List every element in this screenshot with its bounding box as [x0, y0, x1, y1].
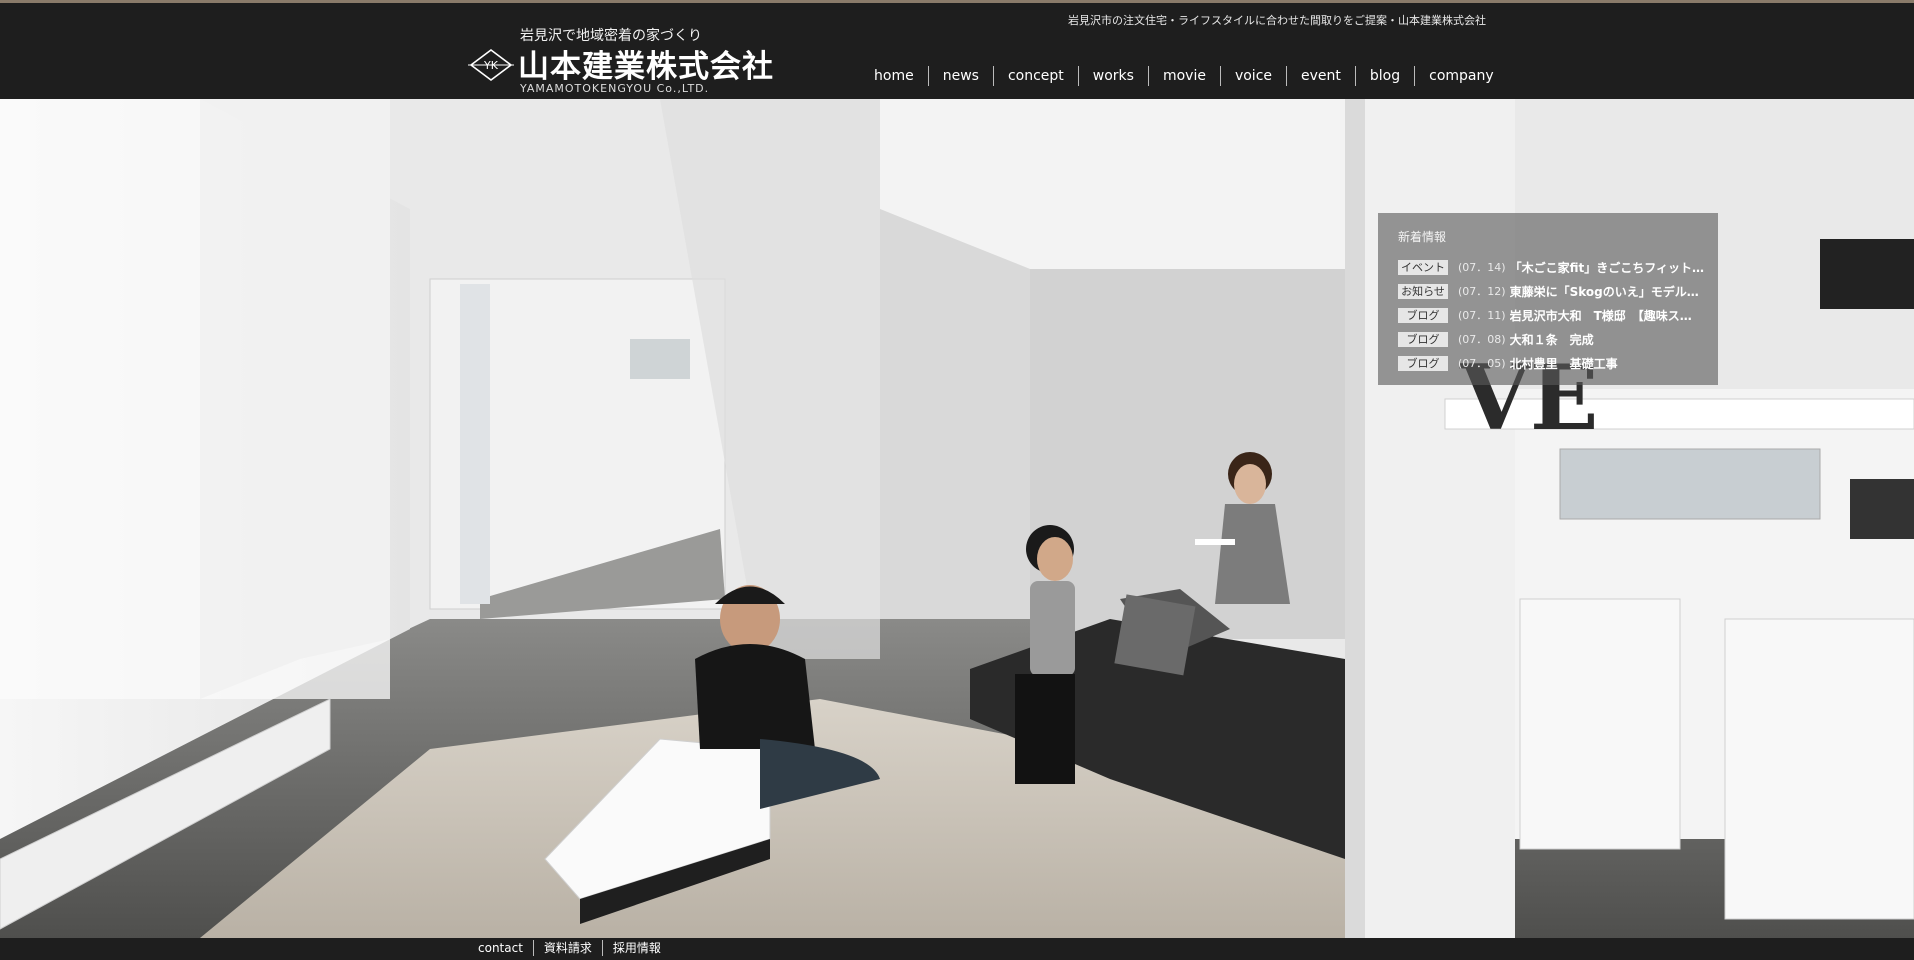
nav-news[interactable]: news [927, 66, 993, 86]
news-date: (07．08) [1458, 333, 1506, 346]
news-item[interactable]: お知らせ (07．12) 東藤栄に「Skogのいえ」モデル… [1398, 279, 1713, 303]
news-title: 岩見沢市大和 T様邸 【趣味ス… [1509, 308, 1692, 323]
news-date: (07．05) [1458, 357, 1506, 370]
footer-link-brochure[interactable]: 資料請求 [532, 940, 602, 956]
site-logo[interactable]: YK 岩見沢で地域密着の家づくり 山本建業株式会社 YAMAMOTOKENGYO… [468, 23, 773, 99]
news-badge: ブログ [1398, 355, 1448, 371]
nav-movie[interactable]: movie [1147, 66, 1220, 86]
nav-home[interactable]: home [870, 66, 928, 86]
logo-mark-text: YK [483, 59, 499, 72]
footer-link-recruit[interactable]: 採用情報 [601, 940, 671, 956]
news-item[interactable]: イベント (07．14) 「木ごこ家fit」きごこちフィット… [1398, 255, 1713, 279]
nav-event[interactable]: event [1286, 66, 1355, 86]
news-title: 北村豊里 基礎工事 [1509, 356, 1618, 371]
site-footer: contact 資料請求 採用情報 [0, 938, 1914, 960]
news-item[interactable]: ブログ (07．08) 大和１条 完成 [1398, 327, 1713, 351]
news-badge: ブログ [1398, 307, 1448, 323]
news-badge: イベント [1398, 259, 1448, 275]
news-title: 「木ごこ家fit」きごこちフィット… [1509, 260, 1704, 275]
news-title: 東藤栄に「Skogのいえ」モデル… [1509, 284, 1699, 299]
news-title: 大和１条 完成 [1509, 332, 1594, 347]
news-item[interactable]: ブログ (07．11) 岩見沢市大和 T様邸 【趣味ス… [1398, 303, 1713, 327]
nav-works[interactable]: works [1077, 66, 1148, 86]
news-panel: 新着情報 イベント (07．14) 「木ごこ家fit」きごこちフィット… お知ら… [1378, 213, 1718, 385]
nav-blog[interactable]: blog [1354, 66, 1414, 86]
news-date: (07．12) [1458, 285, 1506, 298]
news-date: (07．11) [1458, 309, 1506, 322]
news-badge: ブログ [1398, 331, 1448, 347]
footer-nav: contact 資料請求 採用情報 [474, 940, 671, 956]
news-date: (07．14) [1458, 261, 1506, 274]
logo-company-name: 山本建業株式会社 [518, 49, 774, 85]
hero-image: VE 新着情報 イベント (07．14) 「木ごこ家fit」きごこちフィット… … [0, 99, 1914, 938]
news-badge: お知らせ [1398, 283, 1448, 299]
yk-logo-icon: YK [468, 49, 514, 81]
nav-concept[interactable]: concept [992, 66, 1078, 86]
global-nav: home news concept works movie voice even… [870, 66, 1508, 86]
site-header: 岩見沢市の注文住宅・ライフスタイルに合わせた間取りをご提案・山本建業株式会社 Y… [0, 3, 1914, 99]
nav-company[interactable]: company [1414, 66, 1508, 86]
news-heading: 新着情報 [1398, 230, 1447, 244]
news-item[interactable]: ブログ (07．05) 北村豊里 基礎工事 [1398, 351, 1713, 375]
news-list: イベント (07．14) 「木ごこ家fit」きごこちフィット… お知らせ (07… [1398, 255, 1713, 375]
header-tagline: 岩見沢市の注文住宅・ライフスタイルに合わせた間取りをご提案・山本建業株式会社 [1068, 14, 1486, 27]
logo-english-name: YAMAMOTOKENGYOU Co.,LTD. [520, 82, 710, 95]
footer-link-contact[interactable]: contact [474, 940, 533, 956]
nav-voice[interactable]: voice [1219, 66, 1286, 86]
